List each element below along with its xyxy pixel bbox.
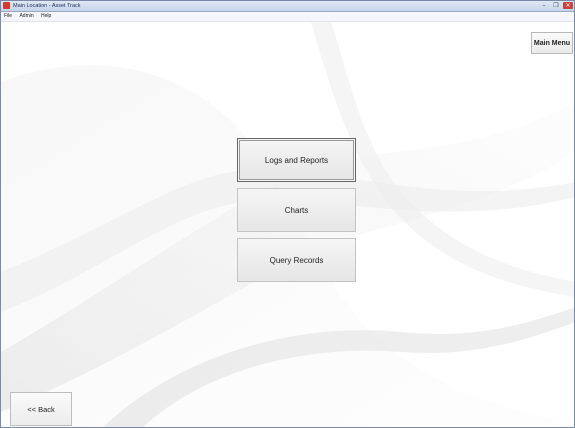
app-window: Main Location - Asset Track – ❐ ✕ File A… <box>0 0 575 428</box>
title-bar: Main Location - Asset Track – ❐ ✕ <box>1 1 574 12</box>
query-records-button[interactable]: Query Records <box>237 238 356 282</box>
charts-button[interactable]: Charts <box>237 188 356 232</box>
main-canvas: Main Menu Logs and Reports Charts Query … <box>1 22 574 427</box>
menu-item-file[interactable]: File <box>4 12 12 21</box>
menu-bar: File Admin Help <box>1 12 574 22</box>
menu-item-admin[interactable]: Admin <box>19 12 33 21</box>
close-button[interactable]: ✕ <box>563 2 573 9</box>
window-controls: – ❐ ✕ <box>539 2 573 10</box>
main-menu-button[interactable]: Main Menu <box>531 32 573 54</box>
minimize-button[interactable]: – <box>539 2 549 9</box>
menu-item-help[interactable]: Help <box>41 12 51 21</box>
app-logo-icon <box>3 2 10 9</box>
restore-button[interactable]: ❐ <box>551 2 561 9</box>
logs-and-reports-button[interactable]: Logs and Reports <box>237 138 356 182</box>
back-button[interactable]: << Back <box>10 392 72 426</box>
window-title: Main Location - Asset Track <box>13 3 81 9</box>
